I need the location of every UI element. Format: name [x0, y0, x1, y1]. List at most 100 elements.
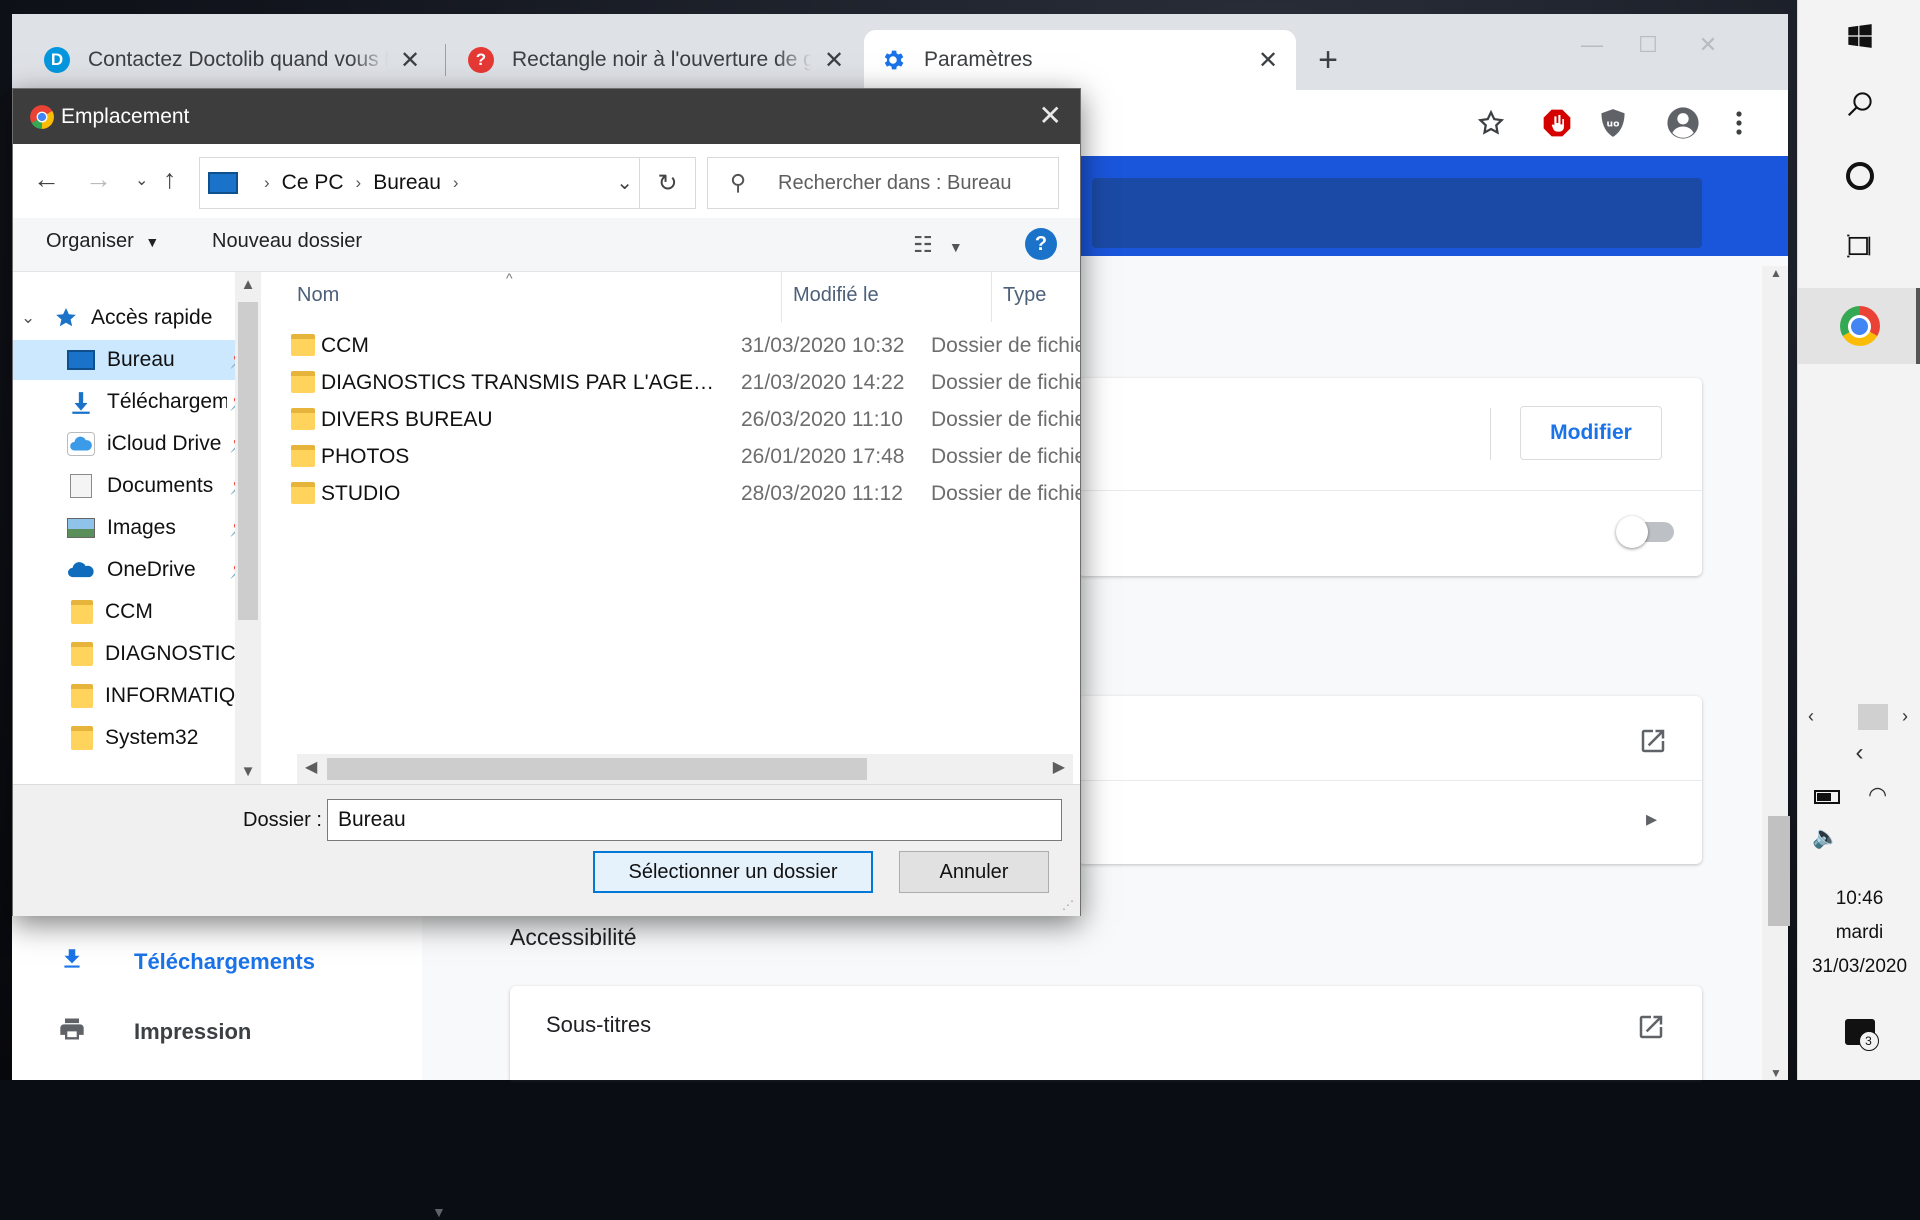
- task-view-icon[interactable]: [1798, 228, 1920, 264]
- file-row[interactable]: DIVERS BUREAU 26/03/2020 11:10 Dossier d…: [261, 402, 1080, 438]
- minimize-icon[interactable]: —: [1572, 32, 1612, 62]
- forward-arrow-icon[interactable]: →: [85, 164, 112, 195]
- breadcrumb-separator-icon[interactable]: ›: [453, 173, 459, 193]
- search-icon[interactable]: [1798, 86, 1920, 122]
- windows-start-icon[interactable]: [1798, 18, 1920, 54]
- tree-item-system32[interactable]: System32: [13, 718, 257, 758]
- tab-close-icon[interactable]: ✕: [822, 46, 846, 75]
- clock-day[interactable]: mardi: [1798, 922, 1920, 944]
- file-row[interactable]: DIAGNOSTICS TRANSMIS PAR L'AGENT IMMOBIL…: [261, 365, 1080, 401]
- tab-close-icon[interactable]: ✕: [398, 46, 422, 75]
- column-header-modified[interactable]: Modifié le: [793, 284, 879, 307]
- bookmark-star-icon[interactable]: [1472, 104, 1510, 142]
- resize-grip-icon[interactable]: ⋰: [1062, 898, 1074, 912]
- tree-scrollbar-thumb[interactable]: [238, 302, 258, 620]
- clock-date[interactable]: 31/03/2020: [1798, 956, 1920, 978]
- tree-item-downloads[interactable]: Téléchargements 📌: [13, 382, 257, 422]
- column-separator[interactable]: [991, 272, 992, 322]
- modify-button[interactable]: Modifier: [1520, 406, 1662, 460]
- file-row[interactable]: CCM 31/03/2020 10:32 Dossier de fichiers: [261, 328, 1080, 364]
- cancel-button[interactable]: Annuler: [899, 851, 1049, 893]
- adblock-extension-icon[interactable]: [1538, 104, 1576, 142]
- external-link-icon[interactable]: [1636, 1012, 1666, 1042]
- scroll-down-icon[interactable]: ▼: [1770, 1066, 1782, 1080]
- action-center-icon[interactable]: 3: [1798, 1012, 1920, 1052]
- window-close-icon[interactable]: ✕: [1688, 32, 1728, 62]
- file-modified: 31/03/2020 10:32: [741, 334, 905, 357]
- tree-item-onedrive[interactable]: OneDrive 📌: [13, 550, 257, 590]
- column-separator[interactable]: [781, 272, 782, 322]
- new-folder-button[interactable]: Nouveau dossier: [212, 230, 362, 253]
- tree-item-desktop[interactable]: Bureau 📌: [13, 340, 257, 380]
- settings-toggle-switch[interactable]: [1616, 516, 1674, 548]
- scroll-down-icon[interactable]: ▼: [235, 763, 261, 780]
- scroll-left-icon[interactable]: ◀: [305, 757, 317, 777]
- up-arrow-icon[interactable]: ↑: [163, 164, 177, 195]
- taskbar-chrome-button[interactable]: [1798, 288, 1920, 364]
- tree-item-ccm[interactable]: CCM: [13, 592, 257, 632]
- page-scrollbar[interactable]: ▲ ▼: [1762, 266, 1790, 1080]
- scroll-up-icon[interactable]: ▲: [1770, 266, 1782, 280]
- tree-item-informatique[interactable]: INFORMATIQUE: [13, 676, 257, 716]
- select-folder-button[interactable]: Sélectionner un dossier: [593, 851, 873, 893]
- tab-doctolib[interactable]: D Contactez Doctolib quand vous le ✕: [28, 30, 438, 90]
- tray-scroll-thumb[interactable]: [1858, 704, 1888, 730]
- wifi-icon[interactable]: ◠: [1868, 782, 1887, 808]
- column-header-type[interactable]: Type: [1003, 284, 1046, 307]
- address-bar[interactable]: › Ce PC › Bureau › ⌄ ↻: [199, 157, 696, 209]
- recent-locations-chevron-icon[interactable]: ⌄: [135, 170, 148, 190]
- ublock-shield-icon[interactable]: uo: [1594, 104, 1632, 142]
- file-list-hscrollbar[interactable]: ◀ ▶: [297, 754, 1073, 784]
- hscrollbar-thumb[interactable]: [327, 758, 867, 780]
- folder-icon: [71, 600, 93, 624]
- tree-item-diagnostics[interactable]: DIAGNOSTICS TRANSMIS PAR L'AGENT IMMOBIL…: [13, 634, 257, 674]
- battery-icon[interactable]: [1814, 790, 1840, 804]
- tree-scrollbar[interactable]: ▲ ▼: [235, 272, 261, 784]
- tab-close-icon[interactable]: ✕: [1256, 46, 1280, 75]
- folder-input[interactable]: [327, 799, 1062, 841]
- dialog-close-icon[interactable]: ✕: [1039, 99, 1062, 132]
- captions-label[interactable]: Sous-titres: [546, 1012, 651, 1038]
- chrome-menu-icon[interactable]: [1720, 104, 1758, 142]
- clock-time[interactable]: 10:46: [1798, 888, 1920, 910]
- breadcrumb-separator-icon[interactable]: ›: [264, 173, 270, 193]
- scroll-up-icon[interactable]: ▲: [235, 276, 261, 293]
- breadcrumb-this-pc[interactable]: Ce PC: [282, 171, 344, 195]
- breadcrumb-separator-icon[interactable]: ›: [356, 173, 362, 193]
- external-link-icon[interactable]: [1638, 726, 1668, 756]
- help-icon[interactable]: ?: [1025, 228, 1057, 260]
- tab-parametres[interactable]: Paramètres ✕: [864, 30, 1296, 90]
- tray-scroll-left-icon[interactable]: ‹: [1808, 706, 1814, 727]
- scroll-right-icon[interactable]: ▶: [1053, 757, 1065, 777]
- organize-button[interactable]: Organiser ▼: [46, 230, 159, 253]
- chevron-right-icon[interactable]: ▸: [1646, 806, 1657, 832]
- new-tab-button[interactable]: +: [1308, 40, 1348, 80]
- profile-avatar-icon[interactable]: [1664, 104, 1702, 142]
- file-row[interactable]: STUDIO 28/03/2020 11:12 Dossier de fichi…: [261, 476, 1080, 512]
- back-arrow-icon[interactable]: ←: [33, 164, 60, 195]
- file-row[interactable]: PHOTOS 26/01/2020 17:48 Dossier de fichi…: [261, 439, 1080, 475]
- show-hidden-icons-chevron-icon[interactable]: ‹: [1798, 738, 1920, 768]
- collapse-chevron-icon[interactable]: ⌄: [21, 308, 45, 328]
- nav-item-downloads[interactable]: Téléchargements: [52, 942, 315, 982]
- page-scrollbar-thumb[interactable]: [1768, 816, 1790, 926]
- address-dropdown-icon[interactable]: ⌄: [616, 170, 633, 195]
- tree-item-quick-access[interactable]: ⌄ Accès rapide: [13, 298, 257, 338]
- volume-icon[interactable]: 🔈: [1812, 824, 1839, 850]
- column-header-name[interactable]: Nom: [297, 284, 339, 307]
- tray-scroll-right-icon[interactable]: ›: [1902, 706, 1908, 727]
- refresh-icon[interactable]: ↻: [639, 158, 695, 208]
- maximize-icon[interactable]: ☐: [1628, 32, 1668, 62]
- view-options-icon[interactable]: ☷ ▼: [913, 232, 963, 258]
- dialog-search-input[interactable]: ⚲ Rechercher dans : Bureau: [707, 157, 1059, 209]
- tree-item-images[interactable]: Images 📌: [13, 508, 257, 548]
- sidenav-scroll-down-icon[interactable]: ▼: [432, 1204, 446, 1220]
- dialog-titlebar[interactable]: Emplacement ✕: [13, 89, 1080, 144]
- breadcrumb-desktop[interactable]: Bureau: [373, 171, 441, 195]
- settings-search-field[interactable]: [1092, 178, 1702, 248]
- tree-item-documents[interactable]: Documents 📌: [13, 466, 257, 506]
- cortana-icon[interactable]: [1798, 158, 1920, 194]
- tab-rectangle-noir[interactable]: ? Rectangle noir à l'ouverture de g ✕: [452, 30, 862, 90]
- nav-item-printing[interactable]: Impression: [52, 1012, 251, 1052]
- tree-item-icloud-drive[interactable]: iCloud Drive 📌: [13, 424, 257, 464]
